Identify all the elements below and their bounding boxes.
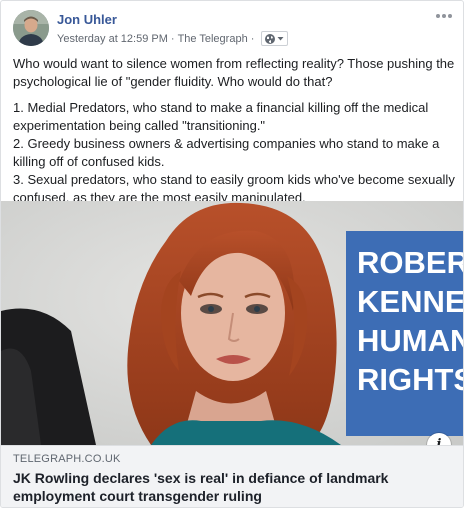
sign-line: RIGHTS: [357, 362, 464, 397]
article-photo: ROBERT KENNEDY HUMAN RIGHTS: [1, 201, 464, 445]
link-domain: TELEGRAPH.CO.UK: [13, 453, 121, 465]
sign-line: HUMAN: [357, 323, 464, 358]
post-text: Who would want to silence women from ref…: [13, 55, 459, 207]
link-headline[interactable]: JK Rowling declares 'sex is real' in def…: [13, 469, 433, 505]
link-preview-caption[interactable]: TELEGRAPH.CO.UK JK Rowling declares 'sex…: [1, 445, 463, 507]
author-photo: [13, 10, 49, 46]
post-text-intro: Who would want to silence women from ref…: [13, 56, 455, 89]
caret-down-icon: [277, 37, 284, 41]
post-via[interactable]: The Telegraph: [178, 33, 248, 45]
post-text-item: 2. Greedy business owners & advertising …: [13, 136, 440, 169]
link-preview-image[interactable]: ROBERT KENNEDY HUMAN RIGHTS: [1, 201, 464, 445]
facebook-post-card: Jon Uhler Yesterday at 12:59 PM · The Te…: [0, 0, 464, 508]
more-options-button[interactable]: [433, 8, 455, 24]
meta-separator-2: ·: [250, 32, 255, 45]
author-avatar[interactable]: [13, 10, 49, 46]
globe-icon: [265, 33, 276, 44]
post-timestamp[interactable]: Yesterday at 12:59 PM: [57, 33, 168, 45]
sign-line: ROBERT: [357, 245, 464, 280]
post-header: Jon Uhler Yesterday at 12:59 PM · The Te…: [1, 1, 463, 51]
post-meta: Yesterday at 12:59 PM · The Telegraph ·: [57, 31, 289, 46]
meta-separator: ·: [170, 32, 175, 45]
author-name[interactable]: Jon Uhler: [57, 12, 117, 27]
sign-line: KENNEDY: [357, 284, 464, 319]
audience-selector[interactable]: [261, 31, 289, 46]
post-text-item: 1. Medial Predators, who stand to make a…: [13, 100, 429, 133]
more-options-icon: [436, 14, 452, 18]
